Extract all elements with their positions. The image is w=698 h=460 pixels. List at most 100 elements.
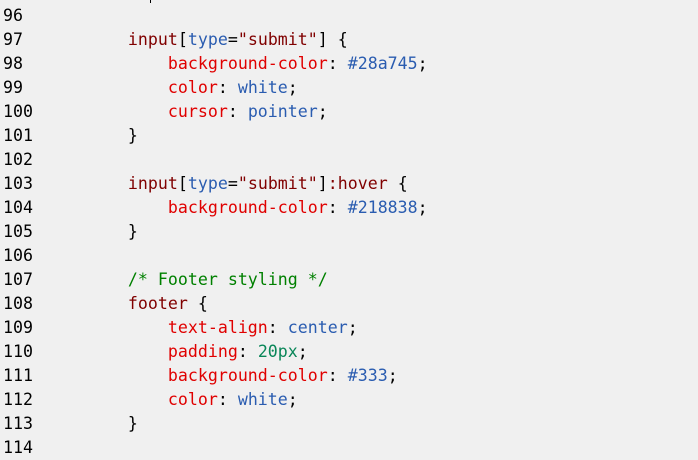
code-line[interactable]: 99 color: white; (0, 76, 698, 100)
punctuation-token: ; (297, 342, 308, 361)
line-source[interactable]: padding: 20px; (48, 340, 308, 364)
code-line[interactable]: 109 text-align: center; (0, 316, 698, 340)
code-line[interactable]: 100 cursor: pointer; (0, 100, 698, 124)
number-token: 20px (257, 342, 298, 361)
code-line[interactable]: 114 (0, 436, 698, 460)
line-number: 96 (3, 6, 23, 25)
value-token: white (237, 390, 288, 409)
punctuation-token: ; (417, 198, 428, 217)
punctuation-token: ] (317, 174, 328, 193)
selector-token: input (48, 174, 178, 193)
punctuation-token: { (387, 174, 408, 193)
line-source[interactable]: background-color: #333; (48, 364, 398, 388)
punctuation-token: } (48, 126, 138, 145)
line-number: 107 (3, 270, 33, 289)
code-line[interactable]: 104 background-color: #218838; (0, 196, 698, 220)
code-line[interactable]: 112 color: white; (0, 388, 698, 412)
punctuation-token: : (237, 342, 258, 361)
line-number: 104 (3, 198, 33, 217)
code-line[interactable]: 110 padding: 20px; (0, 340, 698, 364)
line-number: 99 (3, 78, 23, 97)
punctuation-token: : (327, 366, 348, 385)
line-number: 102 (3, 150, 33, 169)
line-source[interactable]: } (48, 124, 138, 148)
line-number: 98 (3, 54, 23, 73)
code-area[interactable]: 96 97 input[type="submit"] {98 background… (0, 4, 698, 460)
punctuation-token: : (267, 318, 288, 337)
code-line[interactable]: 101 } (0, 124, 698, 148)
code-line[interactable]: 108 footer { (0, 292, 698, 316)
property-token: color (48, 78, 218, 97)
attribute-token: type (187, 30, 228, 49)
punctuation-token: = (227, 174, 238, 193)
line-source[interactable]: input[type="submit"]:hover { (48, 172, 408, 196)
line-source[interactable]: color: white; (48, 76, 298, 100)
punctuation-token: : (217, 390, 238, 409)
punctuation-token: : (217, 78, 238, 97)
line-number: 108 (3, 294, 33, 313)
punctuation-token: ; (347, 318, 358, 337)
punctuation-token: : (227, 102, 248, 121)
punctuation-token: { (187, 294, 208, 313)
value-token: #333 (347, 366, 388, 385)
line-source[interactable]: text-align: center; (48, 316, 358, 340)
punctuation-token: [ (177, 30, 188, 49)
line-number: 97 (3, 30, 23, 49)
attribute-token: type (187, 174, 228, 193)
line-source[interactable]: cursor: pointer; (48, 100, 328, 124)
punctuation-token: ] { (317, 30, 348, 49)
value-token: #218838 (347, 198, 418, 217)
line-source[interactable]: footer { (48, 292, 208, 316)
line-source[interactable]: color: white; (48, 388, 298, 412)
line-source[interactable]: background-color: #28a745; (48, 52, 428, 76)
code-line[interactable]: 107 /* Footer styling */ (0, 268, 698, 292)
code-line[interactable]: 105 } (0, 220, 698, 244)
code-line[interactable]: 98 background-color: #28a745; (0, 52, 698, 76)
line-number: 111 (3, 366, 33, 385)
line-source[interactable]: /* Footer styling */ (48, 268, 328, 292)
punctuation-token: ; (417, 54, 428, 73)
punctuation-token: : (327, 198, 348, 217)
line-number: 110 (3, 342, 33, 361)
property-token: background-color (48, 366, 328, 385)
property-token: color (48, 390, 218, 409)
code-line[interactable]: 111 background-color: #333; (0, 364, 698, 388)
property-token: cursor (48, 102, 228, 121)
line-source[interactable]: } (48, 220, 138, 244)
comment-token: /* Footer styling */ (48, 270, 328, 289)
punctuation-token: : (327, 54, 348, 73)
code-line[interactable]: 113 } (0, 412, 698, 436)
punctuation-token: ; (387, 366, 398, 385)
line-source[interactable]: input[type="submit"] { (48, 28, 348, 52)
code-line[interactable]: 103 input[type="submit"]:hover { (0, 172, 698, 196)
code-editor[interactable]: 96 97 input[type="submit"] {98 background… (0, 0, 698, 460)
line-source[interactable]: } (48, 412, 138, 436)
value-token: white (237, 78, 288, 97)
line-number: 112 (3, 390, 33, 409)
line-number: 109 (3, 318, 33, 337)
selector-token: input (48, 30, 178, 49)
line-number: 100 (3, 102, 33, 121)
punctuation-token: ; (287, 390, 298, 409)
property-token: padding (48, 342, 238, 361)
value-token: pointer (247, 102, 318, 121)
selector-token: footer (48, 294, 188, 313)
line-number: 105 (3, 222, 33, 241)
punctuation-token: ; (317, 102, 328, 121)
line-source[interactable]: background-color: #218838; (48, 196, 428, 220)
property-token: background-color (48, 198, 328, 217)
property-token: background-color (48, 54, 328, 73)
line-number: 101 (3, 126, 33, 145)
line-number: 103 (3, 174, 33, 193)
value-token: #28a745 (347, 54, 418, 73)
property-token: text-align (48, 318, 268, 337)
punctuation-token: ; (287, 78, 298, 97)
code-line[interactable]: 96 (0, 4, 698, 28)
code-line[interactable]: 97 input[type="submit"] { (0, 28, 698, 52)
clipped-previous-line (150, 0, 157, 3)
line-number: 106 (3, 246, 33, 265)
code-line[interactable]: 102 (0, 148, 698, 172)
code-line[interactable]: 106 (0, 244, 698, 268)
punctuation-token: [ (177, 174, 188, 193)
string-token: "submit" (237, 30, 318, 49)
